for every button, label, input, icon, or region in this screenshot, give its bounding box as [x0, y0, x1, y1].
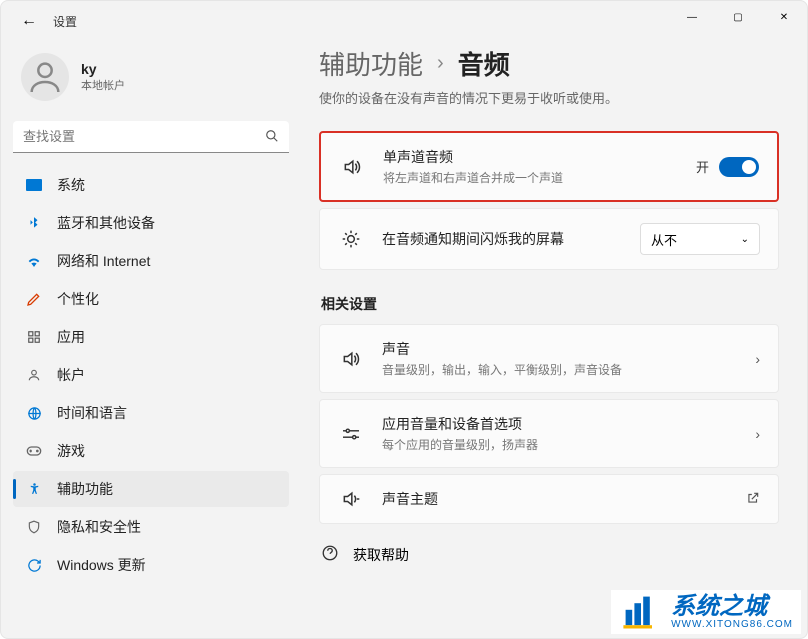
flash-screen-card[interactable]: 在音频通知期间闪烁我的屏幕 从不 ⌄	[319, 208, 779, 270]
sidebar-item-system[interactable]: 系统	[13, 167, 289, 203]
sound-card[interactable]: 声音 音量级别，输出，输入，平衡级别，声音设备 ›	[319, 324, 779, 393]
sidebar-item-label: 系统	[57, 175, 85, 195]
sidebar-item-label: 辅助功能	[57, 479, 113, 499]
chevron-right-icon: ›	[755, 351, 760, 367]
search-input[interactable]	[13, 121, 289, 153]
sidebar-item-account[interactable]: 帐户	[13, 357, 289, 393]
sidebar-item-label: 网络和 Internet	[57, 251, 150, 271]
main-content: 辅助功能 › 音频 使你的设备在没有声音的情况下更易于收听或使用。 单声道音频 …	[301, 41, 807, 638]
sound-theme-icon	[338, 489, 364, 509]
flash-title: 在音频通知期间闪烁我的屏幕	[382, 229, 622, 249]
sidebar-item-label: 隐私和安全性	[57, 517, 141, 537]
mono-desc: 将左声道和右声道合并成一个声道	[383, 169, 678, 186]
sidebar-item-label: Windows 更新	[57, 555, 146, 575]
theme-title: 声音主题	[382, 489, 728, 509]
network-icon	[25, 252, 43, 270]
flash-dropdown[interactable]: 从不 ⌄	[640, 223, 760, 255]
time-icon	[25, 404, 43, 422]
chevron-right-icon: ›	[437, 52, 444, 75]
breadcrumb-current: 音频	[458, 45, 510, 82]
user-block[interactable]: ky 本地帐户	[13, 41, 289, 121]
volume-desc: 每个应用的音量级别，扬声器	[382, 436, 737, 453]
search-box[interactable]	[13, 121, 289, 153]
sidebar-item-label: 应用	[57, 327, 85, 347]
sidebar-item-network[interactable]: 网络和 Internet	[13, 243, 289, 279]
close-button[interactable]: ✕	[761, 1, 807, 33]
breadcrumb: 辅助功能 › 音频	[319, 45, 779, 82]
related-section-title: 相关设置	[321, 294, 779, 314]
watermark: 系统之城 WWW.XITONG86.COM	[611, 590, 801, 634]
watermark-brand: 系统之城	[671, 595, 793, 619]
sidebar-item-label: 时间和语言	[57, 403, 127, 423]
user-name: ky	[81, 61, 125, 77]
sound-desc: 音量级别，输出，输入，平衡级别，声音设备	[382, 361, 737, 378]
app-title: 设置	[53, 13, 77, 30]
minimize-button[interactable]: —	[669, 1, 715, 33]
volume-title: 应用音量和设备首选项	[382, 414, 737, 434]
watermark-url: WWW.XITONG86.COM	[671, 619, 793, 630]
mono-state-label: 开	[696, 157, 709, 176]
breadcrumb-parent[interactable]: 辅助功能	[319, 45, 423, 82]
flash-dropdown-value: 从不	[651, 230, 677, 249]
get-help-link[interactable]: 获取帮助	[319, 530, 779, 579]
watermark-logo-icon	[619, 594, 663, 630]
personalize-icon	[25, 290, 43, 308]
mono-toggle[interactable]	[719, 157, 759, 177]
sidebar-item-bluetooth[interactable]: 蓝牙和其他设备	[13, 205, 289, 241]
page-subtitle: 使你的设备在没有声音的情况下更易于收听或使用。	[319, 88, 779, 107]
sound-theme-card[interactable]: 声音主题	[319, 474, 779, 524]
privacy-icon	[25, 518, 43, 536]
search-icon	[265, 129, 279, 146]
avatar	[21, 53, 69, 101]
sidebar-item-accessibility[interactable]: 辅助功能	[13, 471, 289, 507]
chevron-right-icon: ›	[755, 426, 760, 442]
sidebar-item-label: 个性化	[57, 289, 99, 309]
help-icon	[321, 544, 339, 565]
bluetooth-icon	[25, 214, 43, 232]
sidebar-item-label: 帐户	[57, 365, 85, 385]
apps-icon	[25, 328, 43, 346]
sound-title: 声音	[382, 339, 737, 359]
sidebar-item-update[interactable]: Windows 更新	[13, 547, 289, 583]
external-link-icon	[746, 491, 760, 508]
brightness-icon	[338, 229, 364, 249]
sidebar-item-time[interactable]: 时间和语言	[13, 395, 289, 431]
sidebar-item-gaming[interactable]: 游戏	[13, 433, 289, 469]
accessibility-icon	[25, 480, 43, 498]
speaker-icon	[338, 349, 364, 369]
mono-audio-card[interactable]: 单声道音频 将左声道和右声道合并成一个声道 开	[319, 131, 779, 202]
system-icon	[25, 176, 43, 194]
back-button[interactable]: ←	[13, 5, 45, 37]
sidebar-item-personalize[interactable]: 个性化	[13, 281, 289, 317]
sidebar-item-label: 蓝牙和其他设备	[57, 213, 155, 233]
gaming-icon	[25, 442, 43, 460]
sidebar-item-privacy[interactable]: 隐私和安全性	[13, 509, 289, 545]
maximize-button[interactable]: ▢	[715, 1, 761, 33]
sidebar-item-apps[interactable]: 应用	[13, 319, 289, 355]
speaker-icon	[339, 157, 365, 177]
sidebar: ky 本地帐户 系统 蓝牙和其他设备	[1, 41, 301, 638]
chevron-down-icon: ⌄	[741, 234, 749, 245]
mixer-icon	[338, 426, 364, 442]
account-icon	[25, 366, 43, 384]
user-account-type: 本地帐户	[81, 77, 125, 93]
update-icon	[25, 556, 43, 574]
nav-list: 系统 蓝牙和其他设备 网络和 Internet	[13, 167, 289, 583]
app-volume-card[interactable]: 应用音量和设备首选项 每个应用的音量级别，扬声器 ›	[319, 399, 779, 468]
help-label: 获取帮助	[353, 545, 409, 565]
sidebar-item-label: 游戏	[57, 441, 85, 461]
mono-title: 单声道音频	[383, 147, 678, 167]
